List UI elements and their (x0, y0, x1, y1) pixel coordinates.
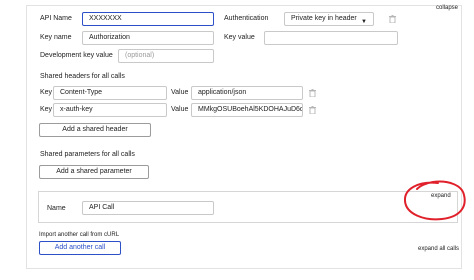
header-value-label-2: Value (171, 106, 189, 113)
shared-headers-title: Shared headers for all calls (40, 73, 125, 80)
key-value-input[interactable] (264, 31, 398, 45)
header-key-label-1: Key (40, 89, 53, 96)
authentication-select[interactable]: Private key in header ▼ (284, 12, 374, 26)
chevron-down-icon: ▼ (361, 19, 367, 25)
trash-icon[interactable] (309, 89, 316, 97)
key-name-label: Key name (40, 34, 72, 41)
collapse-link[interactable]: collapse (436, 5, 458, 11)
api-name-input[interactable]: XXXXXXX (82, 12, 214, 26)
trash-icon[interactable] (389, 15, 396, 23)
header-value-input-2[interactable]: MMkgOSUBoehAl5KDOHAJuD6qc5 (191, 103, 303, 117)
add-shared-header-button[interactable]: Add a shared header (39, 123, 151, 137)
header-key-input-1[interactable]: Content-Type (53, 86, 167, 100)
call-name-label: Name (47, 205, 66, 212)
dev-key-label: Development key value (40, 52, 113, 59)
dev-key-input[interactable]: (optional) (118, 49, 214, 63)
header-value-input-1[interactable]: application/json (191, 86, 303, 100)
call-name-input[interactable]: API Call (82, 201, 214, 215)
annotation-circle (403, 180, 466, 221)
add-another-call-button[interactable]: Add another call (39, 241, 121, 255)
header-value-label-1: Value (171, 89, 189, 96)
add-shared-parameter-button[interactable]: Add a shared parameter (39, 165, 149, 179)
header-key-label-2: Key (40, 106, 53, 113)
authentication-selected-value: Private key in header (291, 15, 357, 22)
api-name-label: API Name (40, 15, 72, 22)
authentication-label: Authentication (224, 15, 269, 22)
import-curl-label: Import another call from cURL (39, 232, 120, 238)
header-key-input-2[interactable]: x-auth-key (53, 103, 167, 117)
expand-all-calls-link[interactable]: expand all calls (418, 246, 459, 252)
trash-icon[interactable] (309, 106, 316, 114)
shared-params-title: Shared parameters for all calls (40, 151, 135, 158)
key-name-input[interactable]: Authorization (82, 31, 214, 45)
key-value-label: Key value (224, 34, 255, 41)
